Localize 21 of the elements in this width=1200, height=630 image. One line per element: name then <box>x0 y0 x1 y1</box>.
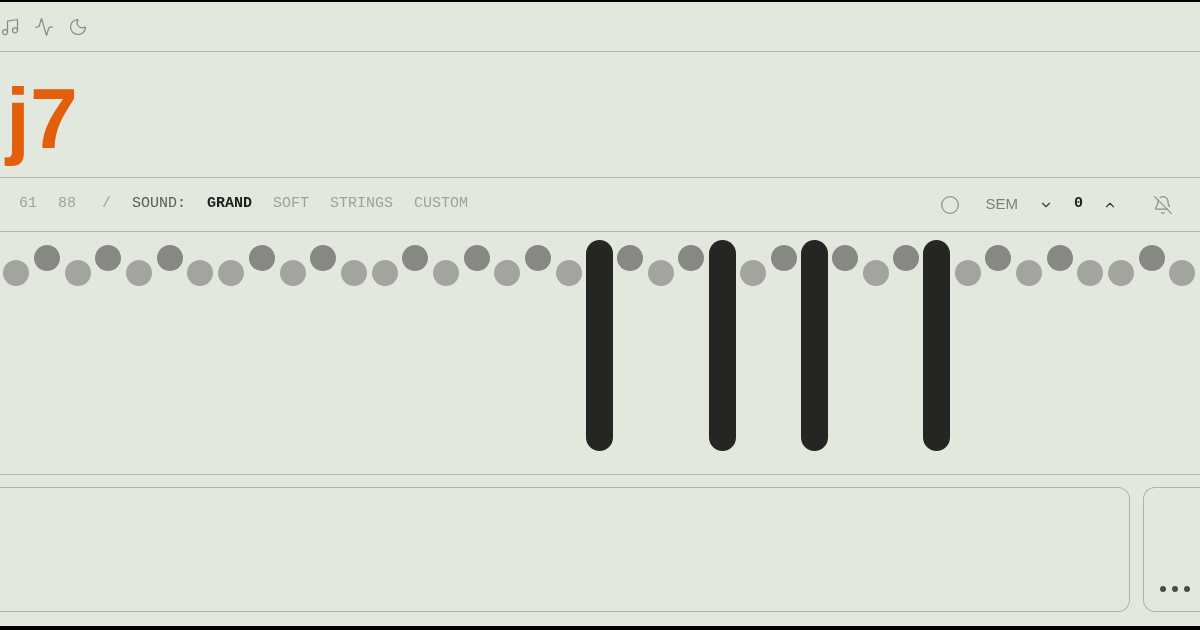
pressed-key-bar[interactable] <box>585 240 613 451</box>
ring-icon[interactable] <box>940 194 961 215</box>
music-icon[interactable] <box>0 16 20 37</box>
chord-name: j7 <box>4 69 79 168</box>
sound-option[interactable]: STRINGS <box>330 193 394 216</box>
bell-off-icon[interactable] <box>1153 194 1173 215</box>
pressed-key-bar[interactable] <box>800 240 828 451</box>
pulse-icon[interactable] <box>34 16 54 37</box>
more-icon[interactable] <box>1160 586 1190 592</box>
key-count-option[interactable]: 61 <box>19 193 37 216</box>
sound-option[interactable]: SOFT <box>273 193 310 216</box>
separator: / <box>102 194 112 215</box>
sound-label: SOUND: <box>132 194 187 215</box>
transpose-label: SEM <box>985 194 1018 215</box>
key-count-option[interactable]: 88 <box>58 193 77 216</box>
moon-icon[interactable] <box>68 16 88 37</box>
transpose-value: 0 <box>1074 194 1083 215</box>
sound-option[interactable]: CUSTOM <box>414 193 469 216</box>
sound-option[interactable]: GRAND <box>207 193 253 216</box>
pressed-key-bar[interactable] <box>923 240 951 451</box>
pressed-key-bar[interactable] <box>708 240 736 451</box>
